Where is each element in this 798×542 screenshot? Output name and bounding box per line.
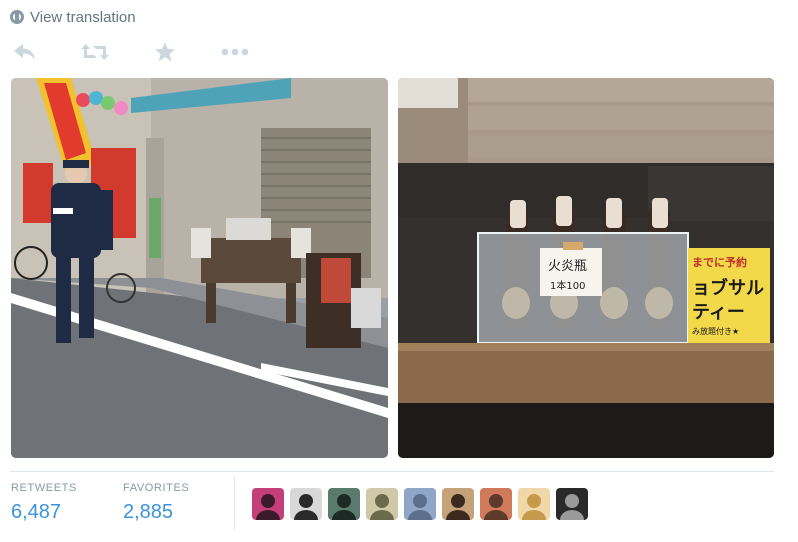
sign-sub-text: 1本100	[550, 279, 585, 292]
poster-top-text: までに予約	[692, 255, 747, 269]
favorites-label: FAVORITES	[123, 482, 190, 494]
poster-mid-text: ョブサル	[692, 277, 764, 299]
tweet-photo-bottles[interactable]: 火炎瓶 1本100 までに予約 ョブサル ティー み放題付き★	[398, 78, 774, 458]
avatar-4-image	[366, 488, 398, 520]
avatar-7[interactable]	[480, 488, 512, 520]
favoriter-avatars	[252, 488, 588, 520]
favorites-stat[interactable]: FAVORITES 2,885	[123, 482, 235, 524]
avatar-6-image	[442, 488, 474, 520]
retweet-button[interactable]	[80, 40, 110, 64]
avatar-2-image	[290, 488, 322, 520]
avatar-2[interactable]	[290, 488, 322, 520]
avatar-1[interactable]	[252, 488, 284, 520]
avatar-8-image	[518, 488, 550, 520]
avatar-9[interactable]	[556, 488, 588, 520]
avatar-5[interactable]	[404, 488, 436, 520]
stats-divider	[10, 471, 774, 472]
reply-button[interactable]	[10, 40, 40, 64]
avatar-6[interactable]	[442, 488, 474, 520]
view-translation-label: View translation	[30, 8, 136, 26]
more-icon	[221, 48, 249, 56]
avatar-9-image	[556, 488, 588, 520]
poster-bottom-text: み放題付き★	[692, 326, 739, 336]
reply-icon	[14, 44, 35, 60]
view-translation-link[interactable]: View translation	[10, 8, 136, 26]
tweet-stats: RETWEETS 6,487 FAVORITES 2,885	[11, 482, 235, 524]
retweets-stat[interactable]: RETWEETS 6,487	[11, 482, 123, 524]
retweet-icon	[81, 44, 109, 60]
avatar-4[interactable]	[366, 488, 398, 520]
retweets-count: 6,487	[11, 501, 62, 523]
avatar-5-image	[404, 488, 436, 520]
avatar-8[interactable]	[518, 488, 550, 520]
avatar-7-image	[480, 488, 512, 520]
tweet-actions	[10, 40, 250, 64]
retweets-label: RETWEETS	[11, 482, 77, 494]
avatar-3[interactable]	[328, 488, 360, 520]
poster-line3-text: ティー	[692, 302, 745, 323]
more-button[interactable]	[220, 40, 250, 64]
favorites-count: 2,885	[123, 501, 174, 523]
globe-icon	[10, 10, 24, 24]
favorite-button[interactable]	[150, 40, 180, 64]
sign-main-text: 火炎瓶	[548, 259, 587, 274]
avatar-3-image	[328, 488, 360, 520]
tweet-photo-street[interactable]	[11, 78, 388, 458]
stats-vertical-divider	[234, 476, 235, 530]
bottles-photo-image: 火炎瓶 1本100 までに予約 ョブサル ティー み放題付き★	[398, 78, 774, 458]
avatar-1-image	[252, 488, 284, 520]
street-photo-image	[11, 78, 388, 458]
favorite-icon	[155, 42, 175, 62]
